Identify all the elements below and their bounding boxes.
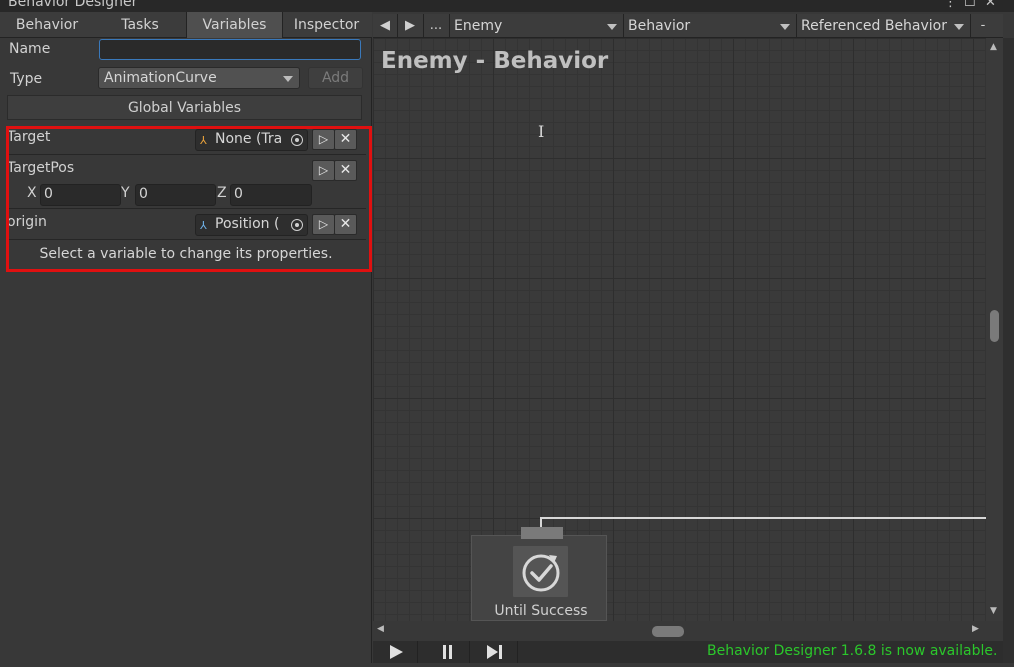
adjacent-panel-edge: [1003, 38, 1014, 663]
node-input-connector[interactable]: [521, 527, 563, 539]
tab-behavior[interactable]: Behavior: [0, 12, 94, 38]
behavior-dropdown-label: Behavior: [628, 18, 691, 34]
pause-icon: [443, 645, 452, 659]
maximize-icon[interactable]: ☐: [964, 0, 976, 10]
node-connection-line: [540, 517, 986, 527]
until-success-icon: [522, 554, 560, 592]
referenced-behavior-dropdown[interactable]: Referenced Behavior: [796, 14, 971, 38]
left-tab-bar: Behavior Tasks Variables Inspector: [0, 12, 372, 38]
vertical-scrollbar[interactable]: ▲ ▼: [986, 38, 1003, 621]
step-button[interactable]: [473, 641, 518, 663]
add-variable-button[interactable]: Add: [308, 67, 363, 89]
scroll-up-icon[interactable]: ▲: [990, 42, 997, 52]
object-dropdown[interactable]: Enemy: [449, 14, 624, 38]
scroll-right-icon[interactable]: ▶: [972, 624, 979, 634]
graph-toolbar: ◀ ▶ ... Enemy Behavior Referenced Behavi…: [373, 14, 1003, 38]
variable-name-input[interactable]: [99, 39, 361, 60]
window-titlebar: Behavior Designer ⋮ ☐ ✕: [0, 0, 1014, 12]
chevron-down-icon: [283, 76, 293, 82]
update-status-message[interactable]: Behavior Designer 1.6.8 is now available…: [707, 643, 997, 659]
type-label: Type: [10, 71, 43, 87]
tab-variables[interactable]: Variables: [186, 12, 283, 38]
scroll-left-icon[interactable]: ◀: [377, 624, 384, 634]
node-label: Until Success: [494, 603, 588, 619]
step-icon: [487, 645, 502, 659]
highlight-box: [6, 126, 372, 272]
chevron-down-icon: [780, 24, 790, 30]
horizontal-scrollbar[interactable]: ◀ ▶: [373, 621, 986, 641]
tab-tasks[interactable]: Tasks: [94, 12, 186, 38]
text-cursor-icon: I: [538, 122, 545, 141]
playback-bar: Behavior Designer 1.6.8 is now available…: [373, 641, 1014, 663]
horizontal-scroll-thumb[interactable]: [652, 626, 684, 637]
more-button[interactable]: ...: [423, 14, 450, 38]
window-title: Behavior Designer: [8, 0, 138, 10]
forward-button[interactable]: ▶: [397, 14, 424, 38]
play-icon: [390, 645, 403, 659]
kebab-menu-icon[interactable]: ⋮: [944, 0, 957, 10]
until-success-node-icon-box: [512, 545, 569, 598]
referenced-behavior-label: Referenced Behavior: [801, 18, 948, 34]
variable-type-value: AnimationCurve: [104, 70, 217, 86]
chevron-down-icon: [954, 24, 964, 30]
back-button[interactable]: ◀: [373, 14, 398, 38]
remove-behavior-button[interactable]: -: [970, 14, 996, 38]
graph-title: Enemy - Behavior: [381, 48, 609, 74]
variable-type-dropdown[interactable]: AnimationCurve: [98, 67, 300, 89]
behavior-dropdown[interactable]: Behavior: [623, 14, 797, 38]
scroll-down-icon[interactable]: ▼: [990, 606, 997, 616]
tab-inspector[interactable]: Inspector: [281, 12, 372, 38]
object-dropdown-label: Enemy: [454, 18, 503, 34]
behavior-graph-canvas[interactable]: [373, 38, 986, 621]
global-variables-button[interactable]: Global Variables: [7, 95, 362, 120]
chevron-down-icon: [607, 24, 617, 30]
close-window-icon[interactable]: ✕: [985, 0, 996, 10]
pause-button[interactable]: [425, 641, 470, 663]
vertical-scroll-thumb[interactable]: [990, 310, 999, 342]
play-button[interactable]: [373, 641, 418, 663]
name-label: Name: [9, 41, 51, 57]
